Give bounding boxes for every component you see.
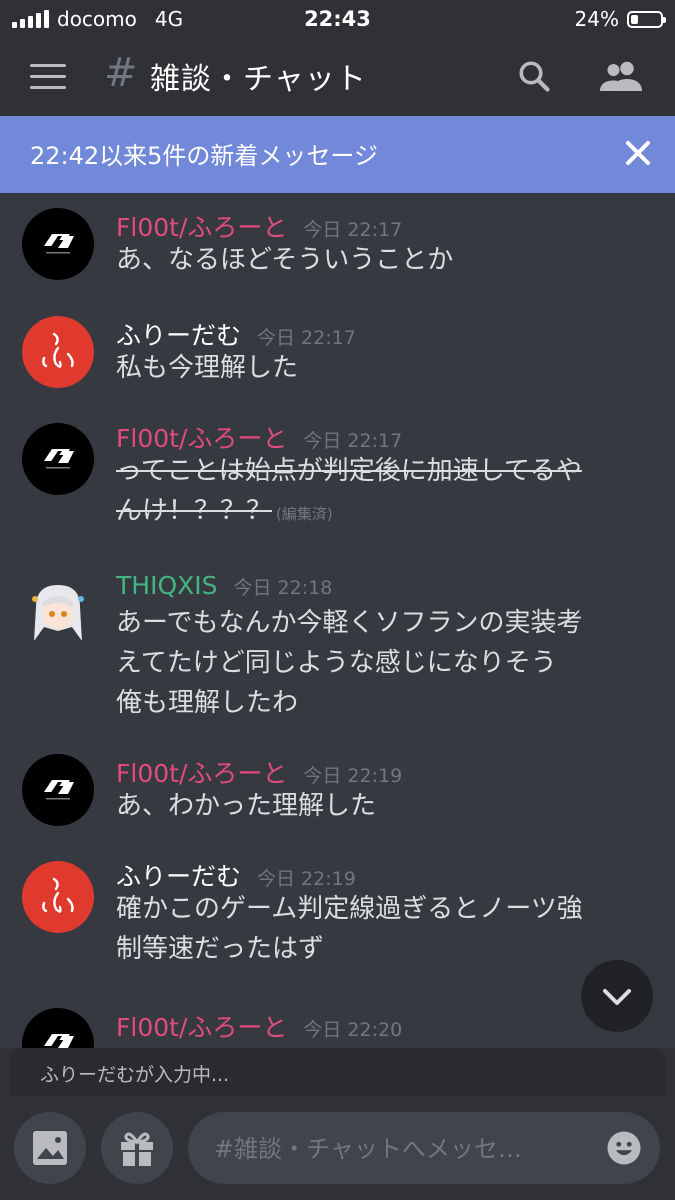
message-content: 確かこのゲーム判定線過ぎるとノーツ強 制等速だったはず [116, 889, 646, 969]
search-icon[interactable] [516, 58, 552, 94]
status-right: 24% [574, 7, 666, 31]
message-content: 私も今理解した [116, 348, 646, 388]
avatar[interactable] [22, 861, 94, 933]
message-line: 私も今理解した [116, 353, 299, 383]
message-line: あ、わかった理解した [116, 791, 377, 821]
image-icon [33, 1131, 67, 1165]
message-line: あーでもなんか今軽くソフランの実装考 [116, 608, 583, 638]
message-line: えてたけど同じような感じになりそう [116, 648, 557, 678]
typing-text: ふりーだむが入力中... [40, 1064, 230, 1086]
float-logo-icon [44, 780, 74, 800]
avatar[interactable] [22, 208, 94, 280]
author-name[interactable]: ふりーだむ [116, 862, 241, 891]
message-header: Fl00t/ふろーと 今日 22:20 [116, 1008, 402, 1044]
message-line: 制等速だったはず [116, 934, 325, 964]
image-upload-button[interactable] [14, 1112, 86, 1184]
message-line: あ、なるほどそういうことか [116, 245, 454, 275]
avatar[interactable] [22, 754, 94, 826]
message-header: Fl00t/ふろーと 今日 22:17 [116, 419, 402, 455]
message-content: あ、なるほどそういうことか [116, 240, 646, 280]
message-input[interactable] [212, 1112, 596, 1186]
message-content: あ、わかった理解した [116, 786, 646, 826]
jump-to-bottom-button[interactable] [581, 960, 653, 1032]
new-messages-text: 22:42以来5件の新着メッセージ [30, 142, 378, 170]
author-name[interactable]: Fl00t/ふろーと [116, 759, 287, 788]
message-header: ふりーだむ 今日 22:19 [116, 857, 356, 893]
battery-fill [631, 14, 638, 24]
battery-percent: 24% [574, 7, 619, 31]
message-content: あーでもなんか今軽くソフランの実装考 えてたけど同じような感じになりそう 俺も理… [116, 603, 646, 723]
avatar[interactable] [22, 423, 94, 495]
typing-indicator: ふりーだむが入力中... [0, 1048, 675, 1098]
author-name[interactable]: THIQXIS [116, 571, 218, 600]
chevron-down-icon [603, 989, 631, 1005]
new-messages-banner[interactable]: 22:42以来5件の新着メッセージ [0, 116, 675, 193]
anime-avatar-icon [32, 585, 84, 641]
avatar[interactable] [22, 577, 94, 649]
message-line: 確かこのゲーム判定線過ぎるとノーツ強 [116, 894, 583, 924]
author-name[interactable]: Fl00t/ふろーと [116, 213, 287, 242]
avatar[interactable] [22, 1008, 94, 1048]
message-header: Fl00t/ふろーと 今日 22:17 [116, 208, 402, 244]
float-logo-icon [44, 234, 74, 254]
message-list[interactable]: Fl00t/ふろーと 今日 22:17 あ、なるほどそういうことか ふりーだむ 今日… [0, 193, 675, 1048]
timestamp: 今日 22:18 [233, 577, 333, 599]
timestamp: 今日 22:19 [257, 868, 356, 890]
author-name[interactable]: ふりーだむ [116, 321, 241, 350]
message-line: んけ！？？？ [116, 496, 273, 526]
avatar[interactable] [22, 316, 94, 388]
message-line: 俺も理解したわ [116, 688, 299, 718]
author-name[interactable]: Fl00t/ふろーと [116, 424, 287, 453]
emoji-icon[interactable] [606, 1130, 642, 1166]
timestamp: 今日 22:20 [303, 1019, 403, 1041]
fu-character-icon [42, 332, 74, 368]
menu-icon[interactable] [30, 64, 66, 90]
edited-label: (編集済) [276, 505, 333, 523]
message-header: THIQXIS 今日 22:18 [116, 571, 332, 600]
timestamp: 今日 22:17 [257, 327, 356, 349]
float-logo-icon [44, 449, 74, 469]
typing-bar: ふりーだむが入力中... [10, 1048, 665, 1096]
status-bar: docomo 4G 22:43 24% [0, 0, 675, 38]
gift-icon [121, 1132, 153, 1166]
timestamp: 今日 22:17 [303, 430, 403, 452]
author-name[interactable]: Fl00t/ふろーと [116, 1013, 287, 1042]
fu-character-icon [42, 877, 74, 913]
members-icon[interactable] [598, 58, 644, 94]
timestamp: 今日 22:17 [303, 219, 403, 241]
message-header: Fl00t/ふろーと 今日 22:19 [116, 754, 402, 790]
float-logo-icon [44, 1034, 74, 1048]
gift-button[interactable] [101, 1112, 173, 1184]
message-content: ってことは始点が判定後に加速してるや んけ！？？？ (編集済) [116, 451, 646, 534]
message-input-wrapper [188, 1112, 660, 1186]
message-line: ってことは始点が判定後に加速してるや [116, 456, 582, 486]
close-icon[interactable] [623, 138, 653, 168]
channel-title: 雑談・チャット [150, 62, 367, 97]
message-header: ふりーだむ 今日 22:17 [116, 316, 356, 352]
channel-header: # 雑談・チャット [0, 38, 675, 116]
message-composer [0, 1098, 675, 1200]
timestamp: 今日 22:19 [303, 765, 403, 787]
battery-icon [627, 10, 666, 28]
channel-hash-icon: # [104, 50, 138, 96]
